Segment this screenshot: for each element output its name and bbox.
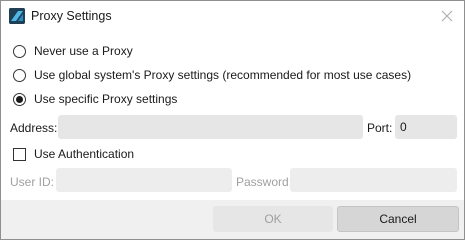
password-input[interactable] <box>290 168 457 192</box>
address-label: Address: <box>10 121 58 135</box>
user-id-input[interactable] <box>56 168 232 192</box>
close-icon[interactable] <box>438 7 456 25</box>
radio-button[interactable] <box>13 44 26 58</box>
user-id-label: User ID: <box>10 175 55 189</box>
password-label: Password: <box>236 175 293 189</box>
app-logo-icon <box>9 8 25 24</box>
title-bar: Proxy Settings <box>1 1 464 32</box>
port-label: Port: <box>367 121 393 135</box>
radio-never-use-proxy[interactable]: Never use a Proxy <box>13 43 133 59</box>
use-authentication-checkbox[interactable] <box>13 147 26 161</box>
radio-button-selected[interactable] <box>13 92 26 106</box>
radio-global-system-proxy[interactable]: Use global system's Proxy settings (reco… <box>13 67 411 83</box>
use-authentication-checkbox-row[interactable]: Use Authentication <box>13 146 134 162</box>
port-input[interactable]: 0 <box>395 115 457 139</box>
radio-label: Use specific Proxy settings <box>34 92 178 106</box>
window-title: Proxy Settings <box>31 9 112 23</box>
radio-specific-proxy[interactable]: Use specific Proxy settings <box>13 91 177 107</box>
radio-label: Use global system's Proxy settings (reco… <box>34 68 412 82</box>
ok-button[interactable]: OK <box>213 206 333 232</box>
radio-label: Never use a Proxy <box>34 44 133 58</box>
radio-button[interactable] <box>13 68 26 82</box>
proxy-settings-dialog: Proxy Settings Never use a Proxy Use glo… <box>0 0 465 240</box>
use-authentication-label: Use Authentication <box>34 147 135 161</box>
dialog-content: Never use a Proxy Use global system's Pr… <box>1 32 464 200</box>
dialog-footer: OK Cancel <box>1 200 464 239</box>
cancel-button[interactable]: Cancel <box>337 206 459 232</box>
address-input[interactable] <box>58 115 363 139</box>
